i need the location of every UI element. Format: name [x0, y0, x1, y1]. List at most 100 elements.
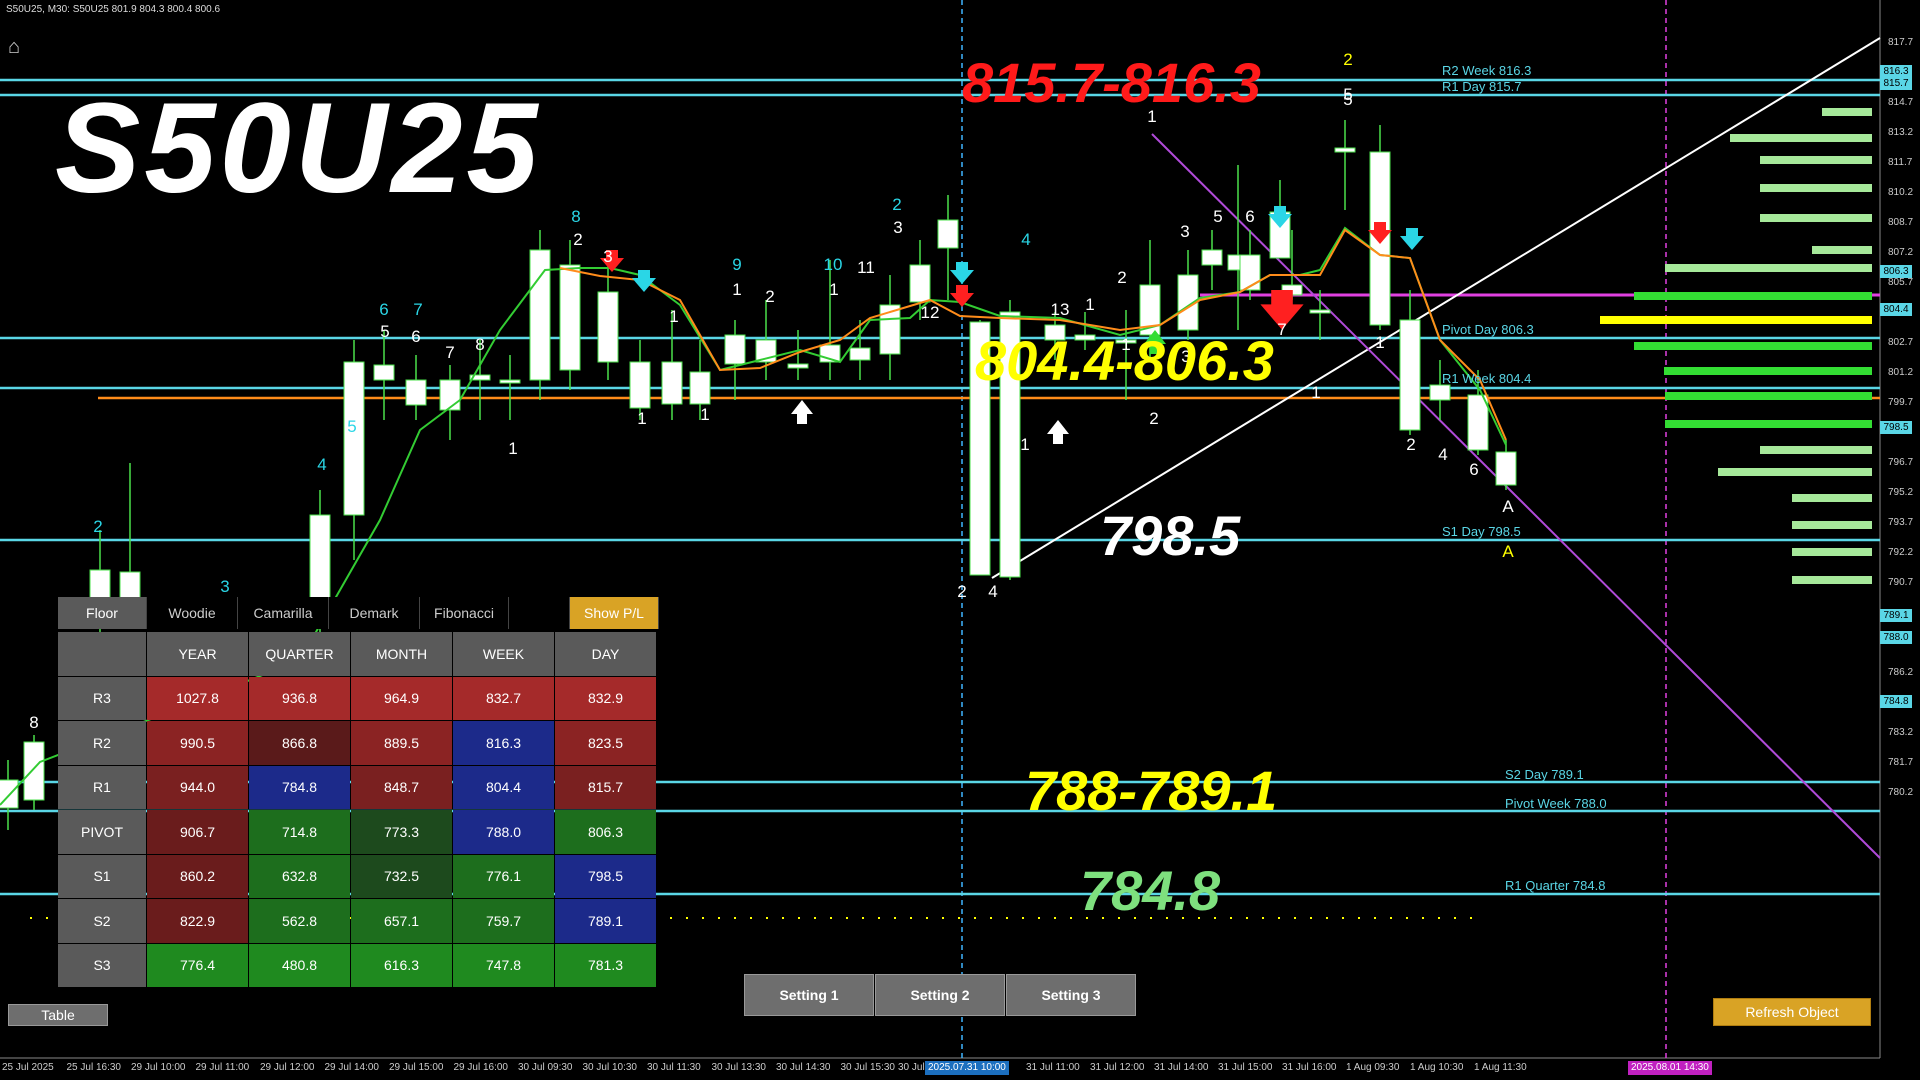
volume-profile-bar — [1792, 521, 1872, 529]
pivot-value-cell: 776.4 — [147, 943, 248, 987]
pivot-value-cell: 773.3 — [351, 810, 452, 854]
candle-count-label: 12 — [921, 303, 940, 322]
candle-count-label: 4 — [988, 582, 997, 601]
level-label-r1-quarter: R1 Quarter 784.8 — [1505, 878, 1606, 893]
candle-count-label: 1 — [1085, 295, 1094, 314]
volume-profile-bar — [1665, 420, 1872, 428]
candle-count-label: A — [1502, 542, 1514, 561]
volume-profile-bar — [1760, 446, 1872, 454]
candle-body — [1309, 309, 1331, 314]
column-header: WEEK — [453, 632, 554, 676]
candle-count-label: 7 — [413, 300, 422, 319]
time-tick: 30 Jul 10:30 — [582, 1062, 638, 1073]
price-tick: 801.2 — [1888, 367, 1914, 378]
pivot-value-cell: 815.7 — [555, 765, 656, 809]
candle-count-label: 2 — [573, 230, 582, 249]
candle-count-label: 2 — [93, 517, 102, 536]
symbol-title: S50U25 — [55, 77, 542, 220]
time-tick: 1 Aug 09:30 — [1346, 1062, 1400, 1073]
candle-count-label: 2 — [765, 287, 774, 306]
candle-body — [23, 741, 45, 801]
volume-profile-bar — [1792, 494, 1872, 502]
row-header: R1 — [58, 765, 146, 809]
zone-label-lower: 788-789.1 — [1025, 759, 1278, 822]
candle-count-label: 11 — [857, 258, 875, 277]
setting-2-button[interactable]: Setting 2 — [875, 974, 1005, 1016]
pivot-value-cell: 866.8 — [249, 721, 350, 765]
candle-count-label: 7 — [445, 343, 454, 362]
candle-count-label: 1 — [508, 439, 517, 458]
pivot-value-cell: 906.7 — [147, 810, 248, 854]
time-tick: 29 Jul 15:00 — [389, 1062, 444, 1073]
signal-arrow-down — [1400, 228, 1424, 250]
candle-count-label: 4 — [317, 455, 326, 474]
candle-body — [343, 361, 365, 516]
candle-body — [1239, 254, 1261, 291]
candle-count-label: 1 — [669, 307, 678, 326]
tab-fibonacci[interactable]: Fibonacci — [420, 597, 509, 629]
pivot-table: YEAR QUARTER MONTH WEEK DAY R3 1027.8 936.8 964.… — [58, 632, 656, 987]
tab-floor[interactable]: Floor — [58, 597, 147, 629]
pivot-value-cell: 616.3 — [351, 943, 452, 987]
zone-label-quarter: 784.8 — [1080, 859, 1221, 922]
refresh-object-button[interactable]: Refresh Object — [1713, 998, 1871, 1026]
price-tick: 796.7 — [1888, 457, 1914, 468]
tab-demark[interactable]: Demark — [329, 597, 420, 629]
candle-count-label: 5 — [1213, 207, 1222, 226]
trendline-purple — [1151, 133, 1881, 859]
price-tick: 793.7 — [1888, 517, 1914, 528]
pivot-value-cell: 936.8 — [249, 676, 350, 720]
candle-body — [787, 363, 809, 369]
price-tag: 815.7 — [1880, 77, 1912, 90]
signal-arrow-up — [1047, 420, 1069, 444]
signal-arrow-down — [950, 262, 974, 284]
volume-profile-bar — [1760, 214, 1872, 222]
candle-count-label: 8 — [29, 713, 38, 732]
candle-count-label: 1 — [700, 405, 709, 424]
price-tag: 804.4 — [1880, 303, 1912, 316]
pivot-value-cell: 788.0 — [453, 810, 554, 854]
candle-count-label: 8 — [475, 335, 484, 354]
candle-count-label: 8 — [571, 207, 580, 226]
candle-count-label: 2 — [1406, 435, 1415, 454]
volume-profile-bar — [1634, 342, 1872, 350]
tab-camarilla[interactable]: Camarilla — [238, 597, 329, 629]
price-tick: 810.2 — [1888, 187, 1914, 198]
price-tick: 807.2 — [1888, 247, 1914, 258]
price-tag: 784.8 — [1880, 695, 1912, 708]
candle-count-label: 5 — [380, 322, 389, 341]
time-tick: 30 Jul 14:30 — [776, 1062, 831, 1073]
table-corner — [58, 632, 146, 676]
price-tick: 790.7 — [1888, 577, 1914, 588]
table-button[interactable]: Table — [8, 1004, 108, 1026]
candle-count-label: 1 — [1020, 435, 1029, 454]
setting-1-button[interactable]: Setting 1 — [744, 974, 874, 1016]
time-tick: 30 Jul 15:30 — [840, 1062, 896, 1073]
level-label-r2-week: R2 Week 816.3 — [1442, 63, 1532, 78]
candle-count-label: 3 — [603, 247, 612, 266]
price-tick: 792.2 — [1888, 547, 1914, 558]
candle-body — [661, 361, 683, 405]
time-tick: 29 Jul 16:00 — [453, 1062, 509, 1073]
pivot-value-cell: 832.9 — [555, 676, 656, 720]
zone-label-s1: 798.5 — [1100, 504, 1241, 567]
candle-count-label: 5 — [347, 417, 356, 436]
volume-profile-bar — [1760, 156, 1872, 164]
candle-body — [689, 371, 711, 405]
pivot-value-cell: 480.8 — [249, 943, 350, 987]
setting-3-button[interactable]: Setting 3 — [1006, 974, 1136, 1016]
price-tick: 786.2 — [1888, 667, 1914, 678]
time-tick: 31 Jul 11:00 — [1026, 1062, 1080, 1073]
tab-woodie[interactable]: Woodie — [147, 597, 238, 629]
candle-count-label: 7 — [1277, 320, 1286, 339]
level-label-s2-day: S2 Day 789.1 — [1505, 767, 1584, 782]
pivot-value-cell: 804.4 — [453, 765, 554, 809]
candle-count-label: 3 — [1180, 222, 1189, 241]
show-pl-button[interactable]: Show P/L — [570, 597, 659, 629]
row-header: S2 — [58, 899, 146, 943]
home-icon[interactable]: ⌂ — [8, 36, 20, 59]
candle-count-label: 1 — [637, 409, 646, 428]
price-tick: 813.2 — [1888, 127, 1914, 138]
price-tag: 788.0 — [1880, 631, 1912, 644]
price-tick: 805.7 — [1888, 277, 1914, 288]
